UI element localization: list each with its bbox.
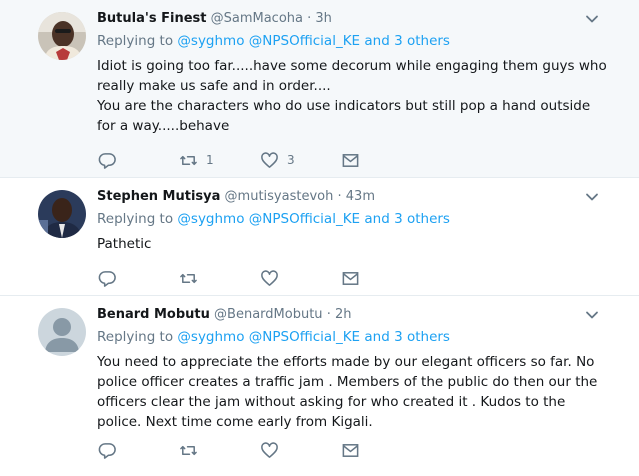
chevron-down-icon[interactable] [585, 190, 599, 204]
replying-to-label: Replying to [97, 33, 174, 49]
separator-dot: · [337, 189, 342, 204]
tweet-text: Pathetic [97, 234, 609, 254]
retweet-icon [180, 155, 197, 165]
tweet-text: Idiot is going too far.....have some dec… [97, 56, 609, 136]
like-button[interactable] [260, 269, 341, 288]
message-button[interactable] [341, 269, 422, 288]
avatar[interactable] [38, 12, 86, 60]
like-icon [261, 269, 278, 286]
separator-dot: · [326, 307, 331, 322]
author-name[interactable]: Butula's Finest [97, 11, 206, 26]
retweet-count: 1 [206, 153, 214, 167]
reply-icon [98, 270, 116, 287]
others-link[interactable]: and 3 others [364, 211, 450, 227]
message-button[interactable] [341, 151, 422, 170]
author-handle[interactable]: @BenardMobutu [214, 307, 323, 322]
message-button[interactable] [341, 441, 422, 460]
tweet-actions: 1 3 [98, 150, 422, 170]
tweet-actions [98, 440, 422, 460]
tweet-text: You need to appreciate the efforts made … [97, 352, 609, 432]
tweet-text-line: Idiot is going too far.....have some dec… [97, 58, 607, 94]
avatar[interactable] [38, 190, 86, 238]
like-count: 3 [287, 153, 295, 167]
reply-button[interactable] [98, 269, 179, 288]
author-handle[interactable]: @mutisyastevoh [225, 189, 334, 204]
replying-to: Replying to @syghmo @NPSOfficial_KE and … [97, 210, 609, 229]
message-icon [342, 271, 359, 285]
tweet[interactable]: Benard Mobutu @BenardMobutu · 2h Replyin… [0, 296, 639, 476]
tweet-actions [98, 268, 422, 288]
avatar[interactable] [38, 308, 86, 356]
tweet[interactable]: Butula's Finest @SamMacoha · 3h Replying… [0, 0, 639, 178]
retweet-icon [180, 445, 197, 455]
mention-link[interactable]: @syghmo [177, 33, 244, 49]
like-button[interactable] [260, 441, 341, 460]
replying-to-label: Replying to [97, 329, 174, 345]
timestamp[interactable]: 3h [315, 11, 332, 26]
tweet-text-line: Pathetic [97, 236, 152, 252]
tweet-text-line: You need to appreciate the efforts made … [97, 354, 598, 430]
author-handle[interactable]: @SamMacoha [211, 11, 303, 26]
retweet-icon [180, 273, 197, 283]
reply-button[interactable] [98, 151, 179, 170]
mention-link[interactable]: @NPSOfficial_KE [249, 33, 360, 49]
timestamp[interactable]: 43m [346, 189, 375, 204]
message-icon [342, 153, 359, 167]
reply-button[interactable] [98, 441, 179, 460]
timestamp[interactable]: 2h [335, 307, 352, 322]
others-link[interactable]: and 3 others [364, 33, 450, 49]
retweet-button[interactable]: 1 [179, 151, 260, 170]
chevron-down-icon[interactable] [585, 12, 599, 26]
tweet-text-line: You are the characters who do use indica… [97, 98, 591, 134]
message-icon [342, 443, 359, 457]
separator-dot: · [307, 11, 312, 26]
like-icon [261, 151, 278, 168]
reply-icon [98, 152, 116, 169]
like-button[interactable]: 3 [260, 151, 341, 170]
mention-link[interactable]: @syghmo [177, 211, 244, 227]
replying-to-label: Replying to [97, 211, 174, 227]
mention-link[interactable]: @NPSOfficial_KE [249, 329, 360, 345]
author-name[interactable]: Benard Mobutu [97, 307, 210, 322]
replying-to: Replying to @syghmo @NPSOfficial_KE and … [97, 32, 609, 51]
retweet-button[interactable] [179, 441, 260, 460]
mention-link[interactable]: @NPSOfficial_KE [249, 211, 360, 227]
replying-to: Replying to @syghmo @NPSOfficial_KE and … [97, 328, 609, 347]
others-link[interactable]: and 3 others [364, 329, 450, 345]
reply-icon [98, 442, 116, 459]
retweet-button[interactable] [179, 269, 260, 288]
tweet[interactable]: Stephen Mutisya @mutisyastevoh · 43m Rep… [0, 178, 639, 296]
like-icon [261, 441, 278, 458]
chevron-down-icon[interactable] [585, 308, 599, 322]
author-name[interactable]: Stephen Mutisya [97, 189, 220, 204]
mention-link[interactable]: @syghmo [177, 329, 244, 345]
